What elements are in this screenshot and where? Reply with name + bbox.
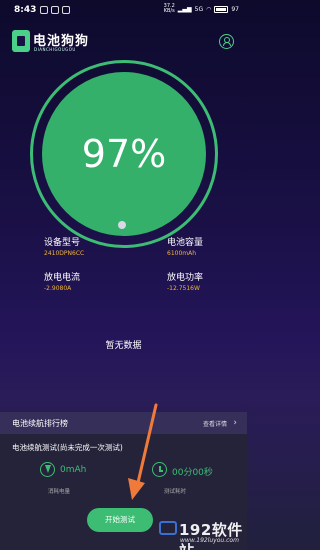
watermark-url: www.192luyou.com <box>180 537 239 544</box>
pointer-arrow-icon <box>128 403 158 500</box>
router-logo-icon <box>159 521 177 535</box>
start-test-button[interactable]: 开始测试 <box>87 508 153 532</box>
watermark-brand: 192软件站 <box>179 521 243 550</box>
site-watermark: 192软件站 www.192luyou.com <box>149 518 245 550</box>
